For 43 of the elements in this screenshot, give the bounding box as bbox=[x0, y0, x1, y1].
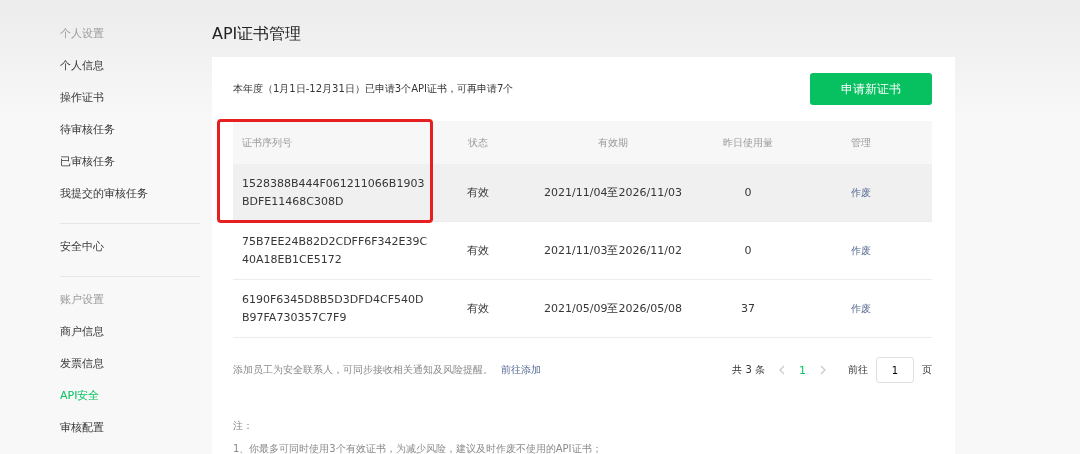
usage-cell-text: 0 bbox=[743, 244, 753, 257]
note-line: 1、你最多可同时使用3个有效证书，为减少风险，建议及时作废不使用的API证书； bbox=[233, 442, 603, 454]
goto-label: 前往 bbox=[848, 363, 868, 377]
usage-cell-text: 0 bbox=[743, 186, 753, 199]
notes-heading: 注： bbox=[233, 419, 254, 433]
next-page-icon[interactable] bbox=[820, 365, 826, 375]
revoke-link[interactable]: 作废 bbox=[850, 185, 871, 200]
column-header: 有效期 bbox=[597, 135, 629, 150]
sidebar-item[interactable]: 待审核任务 bbox=[60, 121, 200, 153]
validity-cell-text: 2021/05/09至2026/05/08 bbox=[543, 301, 683, 316]
sidebar-heading: 账户设置 bbox=[60, 292, 105, 308]
column-header: 证书序列号 bbox=[241, 135, 293, 150]
sidebar-item[interactable]: 个人信息 bbox=[60, 57, 200, 89]
validity-cell-text: 2021/11/03至2026/11/02 bbox=[543, 243, 683, 258]
serial-number: 6190F6345D8B5D3DFD4CF540D B97FA730357C7F9 bbox=[241, 291, 425, 326]
page-suffix: 页 bbox=[922, 363, 932, 377]
column-header: 管理 bbox=[849, 135, 872, 150]
sidebar-item[interactable]: 商户信息 bbox=[60, 323, 200, 355]
status-cell-text: 有效 bbox=[466, 243, 490, 258]
add-contact-link[interactable]: 前往添加 bbox=[501, 364, 541, 375]
sidebar-item[interactable]: 已审核任务 bbox=[60, 153, 200, 185]
sidebar-item[interactable]: 操作证书 bbox=[60, 89, 200, 121]
column-header: 状态 bbox=[467, 135, 489, 150]
status-cell-text: 有效 bbox=[466, 185, 490, 200]
sidebar-item[interactable]: 我提交的审核任务 bbox=[60, 185, 200, 217]
validity-cell-text: 2021/11/04至2026/11/03 bbox=[543, 185, 683, 200]
total-count: 共 3 条 bbox=[732, 363, 765, 377]
sidebar-item[interactable]: 审核配置 bbox=[60, 419, 200, 451]
usage-cell-text: 37 bbox=[740, 302, 756, 315]
status-cell-text: 有效 bbox=[466, 301, 490, 316]
serial-number: 1528388B444F061211066B1903 BDFE11468C308D bbox=[241, 175, 426, 210]
sidebar-heading: 个人设置 bbox=[60, 26, 105, 42]
sidebar-item[interactable]: 安全中心 bbox=[60, 238, 200, 270]
revoke-link[interactable]: 作废 bbox=[850, 243, 871, 258]
page-input[interactable]: 1 bbox=[876, 357, 914, 383]
revoke-link[interactable]: 作废 bbox=[850, 301, 871, 316]
quota-summary: 本年度（1月1日-12月31日）已申请3个API证书，可再申请7个 bbox=[233, 82, 514, 96]
footer-text: 添加员工为安全联系人，可同步接收相关通知及风险提醒。 bbox=[233, 364, 493, 375]
previous-page-icon[interactable] bbox=[779, 365, 785, 375]
column-header: 昨日使用量 bbox=[722, 135, 774, 150]
serial-number: 75B7EE24B82D2CDFF6F342E39C 40A18EB1CE5172 bbox=[241, 233, 429, 268]
sidebar-item[interactable]: 发票信息 bbox=[60, 355, 200, 387]
page-title: API证书管理 bbox=[212, 24, 303, 45]
